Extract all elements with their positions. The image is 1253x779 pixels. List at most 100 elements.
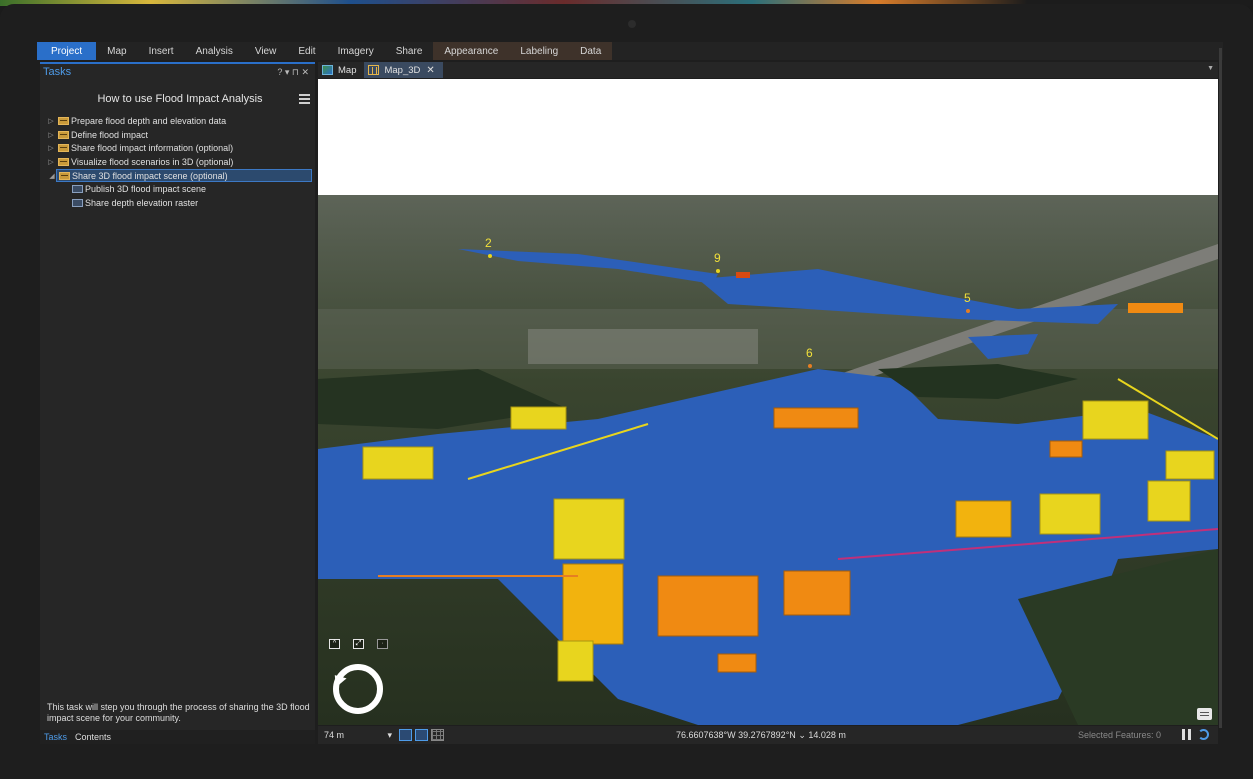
tasks-pane: Tasks ? ▾ ⊓ ✕ How to use Flood Impact An… — [40, 62, 315, 744]
building — [736, 272, 750, 278]
task-group-label: Define flood impact — [71, 129, 149, 140]
ribbon-tab-insert[interactable]: Insert — [138, 42, 185, 60]
constraint-icon[interactable] — [415, 729, 428, 741]
coordinate-readout: 76.6607638°W 39.2767892°N ⌄ 14.028 m — [676, 730, 846, 741]
view-tab-map-3d[interactable]: Map_3D ✕ — [364, 62, 443, 78]
pane-bottom-tabs: Tasks Contents — [40, 730, 315, 744]
chevron-down-icon[interactable]: ▼ — [1207, 65, 1214, 72]
hamburger-menu-icon[interactable] — [299, 94, 310, 104]
task-group-label: Share 3D flood impact scene (optional) — [72, 170, 228, 181]
ribbon-tab-appearance[interactable]: Appearance — [433, 42, 510, 60]
coordinates: 76.6607638°W 39.2767892°N — [676, 730, 796, 740]
pane-tab-contents[interactable]: Contents — [71, 732, 115, 742]
task-group-icon — [58, 116, 69, 125]
snapping-icon[interactable] — [399, 729, 412, 741]
view-tab-map[interactable]: Map — [318, 62, 364, 78]
task-description: This task will step you through the proc… — [47, 702, 310, 723]
ribbon-tab-view[interactable]: View — [244, 42, 288, 60]
building — [1165, 450, 1215, 480]
task-group-icon — [59, 171, 70, 180]
building — [657, 575, 759, 637]
ribbon-tab-edit[interactable]: Edit — [287, 42, 326, 60]
building — [553, 498, 625, 560]
task-group-define-impact[interactable]: ▷ Define flood impact — [40, 128, 315, 142]
task-step-label: Share depth elevation raster — [85, 197, 199, 208]
task-step-publish-scene[interactable]: Publish 3D flood impact scene — [40, 182, 315, 196]
marker-label[interactable]: 2 — [485, 236, 492, 250]
collapse-arrow-icon[interactable]: ◢ — [47, 172, 57, 180]
ribbon-tab-labeling[interactable]: Labeling — [509, 42, 570, 60]
refresh-icon[interactable] — [1198, 729, 1209, 740]
marker-dot — [966, 309, 970, 313]
building — [1128, 303, 1183, 313]
scene-render: 2 9 5 6 — [318, 79, 1218, 725]
ribbon-tab-share[interactable]: Share — [385, 42, 434, 60]
ribbon-tab-imagery[interactable]: Imagery — [327, 42, 385, 60]
marker-label[interactable]: 5 — [964, 291, 971, 305]
task-group-prepare-data[interactable]: ▷ Prepare flood depth and elevation data — [40, 114, 315, 128]
building — [783, 570, 851, 616]
legend-icon[interactable] — [1197, 708, 1212, 720]
ribbon-tab-project[interactable]: Project — [37, 42, 97, 60]
ribbon-tab-analysis[interactable]: Analysis — [185, 42, 244, 60]
pane-tab-tasks[interactable]: Tasks — [40, 732, 71, 742]
task-group-visualize-3d[interactable]: ▷ Visualize flood scenarios in 3D (optio… — [40, 155, 315, 169]
ribbon-tab-map[interactable]: Map — [96, 42, 137, 60]
task-group-label: Prepare flood depth and elevation data — [71, 115, 227, 126]
close-icon[interactable]: ✕ — [426, 65, 434, 76]
navigator-compass-icon[interactable] — [333, 664, 383, 714]
tasks-pane-header: Tasks ? ▾ ⊓ ✕ — [40, 64, 315, 80]
task-step-label: Publish 3D flood impact scene — [85, 184, 207, 195]
grid-icon[interactable] — [431, 729, 444, 741]
task-step-icon — [72, 198, 83, 207]
chevron-down-icon: ▾ — [387, 729, 392, 740]
expand-arrow-icon[interactable]: ▷ — [46, 144, 56, 152]
task-group-icon — [58, 157, 69, 166]
camera-dot — [628, 20, 636, 28]
marker-label[interactable]: 6 — [806, 346, 813, 360]
task-step-share-raster[interactable]: Share depth elevation raster — [40, 196, 315, 210]
building — [1147, 480, 1191, 522]
map-icon — [322, 65, 333, 75]
task-step-icon — [72, 185, 83, 194]
task-group-icon — [58, 144, 69, 153]
marker-dot — [716, 269, 720, 273]
expand-arrow-icon[interactable]: ▷ — [46, 117, 56, 125]
tasks-pane-title: Tasks — [43, 66, 72, 78]
scale-selector[interactable]: 74 m ▾ — [320, 728, 396, 742]
task-group-label: Visualize flood scenarios in 3D (optiona… — [71, 156, 234, 167]
scene-view[interactable]: 2 9 5 6 ^ ⤢ · — [318, 79, 1218, 725]
navigate-up-icon[interactable]: ^ — [329, 639, 340, 649]
ribbon-tabs: Project Map Insert Analysis View Edit Im… — [37, 42, 1223, 60]
pane-controls-icon[interactable]: ? ▾ ⊓ ✕ — [277, 67, 309, 78]
status-bar: 74 m ▾ 76.6607638°W 39.2767892°N ⌄ 14.02… — [318, 726, 1218, 744]
building — [717, 653, 757, 673]
view-tab-label: Map — [338, 64, 357, 76]
pause-icon[interactable] — [1182, 729, 1191, 740]
marker-dot — [488, 254, 492, 258]
expand-arrow-icon[interactable]: ▷ — [46, 158, 56, 166]
task-group-share-info[interactable]: ▷ Share flood impact information (option… — [40, 141, 315, 155]
scale-value: 74 m — [324, 730, 345, 740]
scene-icon — [368, 65, 380, 75]
building — [362, 446, 434, 480]
task-group-share-3d-scene[interactable]: ◢ Share 3D flood impact scene (optional) — [49, 168, 312, 183]
task-name: How to use Flood Impact Analysis — [97, 93, 263, 105]
hand-tool-icon[interactable]: · — [377, 639, 388, 649]
building — [557, 640, 594, 682]
expand-arrow-icon[interactable]: ▷ — [46, 131, 56, 139]
building — [773, 407, 859, 429]
marker-dot — [808, 364, 812, 368]
full-extent-icon[interactable]: ⤢ — [353, 639, 364, 649]
building — [1082, 400, 1149, 440]
elevation: 14.028 m — [808, 730, 846, 740]
chevron-down-icon[interactable]: ⌄ — [798, 730, 808, 740]
building — [1049, 440, 1083, 458]
ribbon-tab-data[interactable]: Data — [569, 42, 613, 60]
task-group-icon — [58, 130, 69, 139]
vertical-scrollbar[interactable] — [1219, 48, 1222, 728]
sky — [318, 79, 1218, 195]
building — [955, 500, 1012, 538]
urban-area — [528, 329, 758, 364]
marker-label[interactable]: 9 — [714, 251, 721, 265]
